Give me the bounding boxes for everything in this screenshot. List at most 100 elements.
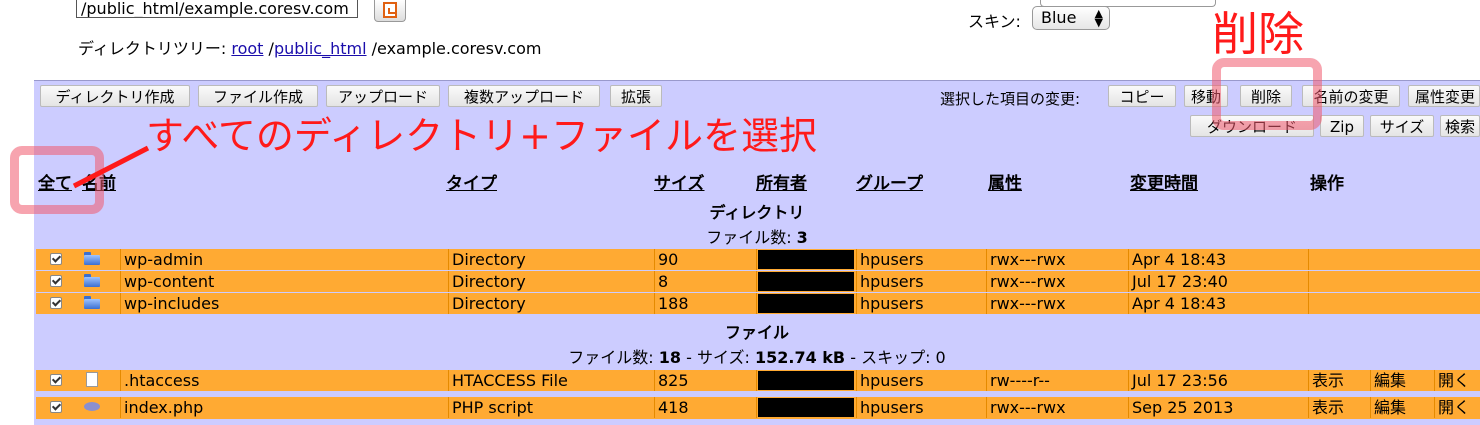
- table-row[interactable]: .htaccess HTACCESS File 825 hpusers rw--…: [36, 370, 1480, 391]
- row-checkbox[interactable]: [50, 253, 62, 265]
- view-link[interactable]: 表示: [1308, 370, 1370, 391]
- skip-label: - スキップ: 0: [845, 348, 946, 367]
- edit-link[interactable]: 編集: [1370, 397, 1434, 418]
- row-group: hpusers: [856, 293, 986, 314]
- folder-icon: [84, 296, 100, 309]
- row-mtime: Apr 4 18:43: [1128, 293, 1308, 314]
- zip-button[interactable]: Zip: [1320, 115, 1364, 137]
- column-type[interactable]: タイプ: [446, 169, 497, 194]
- row-perms: rw----r--: [986, 370, 1128, 391]
- row-type: Directory: [448, 293, 654, 314]
- redacted-owner: [758, 371, 854, 390]
- dirtree-current: /example.coresv.com: [371, 39, 542, 58]
- open-link[interactable]: 開く: [1434, 397, 1480, 418]
- folder-icon: [84, 274, 100, 287]
- row-checkbox[interactable]: [50, 401, 62, 413]
- row-group: hpusers: [856, 397, 986, 418]
- annotation-select-all-text: すべてのディレクトリ+ファイルを選択: [140, 112, 824, 160]
- selected-items-label: 選択した項目の変更:: [940, 90, 1081, 108]
- table-row[interactable]: index.php PHP script 418 hpusers rwx---r…: [36, 397, 1480, 419]
- row-actions: [1308, 293, 1480, 314]
- column-mtime[interactable]: 変更時間: [1130, 169, 1198, 194]
- row-size: 418: [654, 397, 756, 418]
- dirtree-label: ディレクトリツリー:: [78, 39, 227, 58]
- directory-tree-button[interactable]: [374, 0, 406, 22]
- create-file-button[interactable]: ファイル作成: [198, 85, 318, 107]
- row-type: Directory: [448, 271, 654, 292]
- row-mtime: Apr 4 18:43: [1128, 249, 1308, 270]
- row-perms: rwx---rwx: [986, 271, 1128, 292]
- row-mtime: Sep 25 2013: [1128, 397, 1308, 418]
- row-mtime: Jul 17 23:56: [1128, 370, 1308, 391]
- row-name[interactable]: wp-includes: [120, 293, 448, 314]
- row-type: HTACCESS File: [448, 370, 654, 391]
- upload-button[interactable]: アップロード: [326, 85, 440, 107]
- row-checkbox[interactable]: [50, 374, 62, 386]
- file-icon: [86, 372, 98, 387]
- table-row[interactable]: wp-content Directory 8 hpusers rwx---rwx…: [36, 271, 1480, 292]
- row-checkbox[interactable]: [50, 275, 62, 287]
- multi-upload-button[interactable]: 複数アップロード: [448, 85, 600, 107]
- open-link[interactable]: 開く: [1434, 370, 1480, 391]
- dirtree-public-link[interactable]: public_html: [274, 39, 367, 58]
- row-group: hpusers: [856, 370, 986, 391]
- folder-icon: [84, 252, 100, 265]
- create-directory-button[interactable]: ディレクトリ作成: [40, 85, 190, 107]
- row-actions: [1308, 271, 1480, 292]
- directory-tree-breadcrumb: ディレクトリツリー: root /public_html /example.co…: [78, 35, 541, 59]
- annotation-arrow: [72, 145, 150, 189]
- row-name[interactable]: index.php: [120, 397, 448, 418]
- extend-button[interactable]: 拡張: [610, 85, 662, 107]
- row-name[interactable]: .htaccess: [120, 370, 448, 391]
- change-attributes-button[interactable]: 属性変更: [1408, 85, 1480, 107]
- updown-arrow-icon: ▲ ▼: [1094, 7, 1103, 29]
- table-row[interactable]: wp-includes Directory 188 hpusers rwx---…: [36, 293, 1480, 314]
- skin-label: スキン:: [968, 12, 1021, 31]
- directories-section-title: ディレクトリ: [709, 203, 805, 222]
- redacted-owner: [758, 398, 854, 417]
- column-size[interactable]: サイズ: [654, 169, 705, 194]
- row-group: hpusers: [856, 249, 986, 270]
- row-perms: rwx---rwx: [986, 397, 1128, 418]
- files-summary: ファイル数: 18 - サイズ: 152.74 kB - スキップ: 0: [34, 344, 1480, 368]
- row-checkbox[interactable]: [50, 297, 62, 309]
- count-value: 18: [658, 348, 682, 367]
- search-button[interactable]: 検索: [1440, 115, 1480, 137]
- column-actions: 操作: [1310, 174, 1344, 194]
- row-type: Directory: [448, 249, 654, 270]
- row-name[interactable]: wp-admin: [120, 249, 448, 270]
- row-type: PHP script: [448, 397, 654, 418]
- column-group[interactable]: グループ: [856, 169, 923, 194]
- count-label: ファイル数:: [568, 348, 659, 367]
- dirtree-root-link[interactable]: root: [231, 39, 263, 58]
- directories-count: ファイル数: 3: [34, 224, 1480, 248]
- edit-link[interactable]: 編集: [1370, 370, 1434, 391]
- table-row[interactable]: wp-admin Directory 90 hpusers rwx---rwx …: [36, 249, 1480, 270]
- row-size: 90: [654, 249, 756, 270]
- row-perms: rwx---rwx: [986, 249, 1128, 270]
- column-perms[interactable]: 属性: [988, 169, 1022, 194]
- redacted-owner: [758, 250, 854, 269]
- annotation-delete-highlight: [1212, 58, 1322, 130]
- view-link[interactable]: 表示: [1308, 397, 1370, 418]
- row-actions: [1308, 249, 1480, 270]
- row-size: 188: [654, 293, 756, 314]
- path-input[interactable]: /public_html/example.coresv.com: [76, 0, 358, 18]
- row-perms: rwx---rwx: [986, 293, 1128, 314]
- size-button[interactable]: サイズ: [1370, 115, 1434, 137]
- php-file-icon: [84, 402, 100, 411]
- count-value: 3: [796, 228, 808, 247]
- size-label: - サイズ:: [681, 348, 755, 367]
- files-section-title: ファイル: [724, 323, 789, 342]
- row-mtime: Jul 17 23:40: [1128, 271, 1308, 292]
- row-name[interactable]: wp-content: [120, 271, 448, 292]
- size-value: 152.74 kB: [754, 348, 846, 367]
- copy-button[interactable]: コピー: [1108, 85, 1176, 107]
- redacted-owner: [758, 272, 854, 291]
- annotation-delete-text: 削除: [1212, 7, 1304, 61]
- column-owner[interactable]: 所有者: [756, 169, 807, 194]
- tree-icon: [383, 2, 397, 18]
- annotation-arrow-line: [72, 145, 150, 189]
- row-size: 8: [654, 271, 756, 292]
- skin-select[interactable]: Blue ▲ ▼: [1032, 6, 1110, 30]
